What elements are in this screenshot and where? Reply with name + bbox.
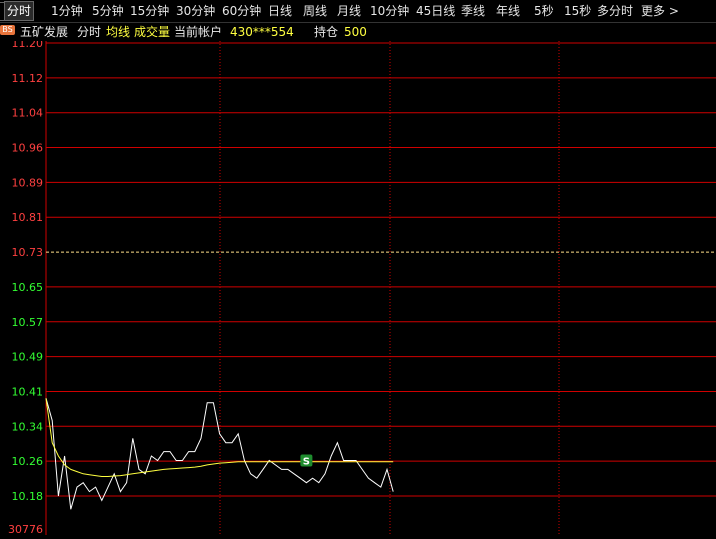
tab-14[interactable]: 15秒 [564, 2, 591, 20]
y-tick-label: 10.81 [12, 211, 44, 224]
y-tick-label: 11.04 [12, 107, 44, 120]
chart-mode-label: 分时 [77, 25, 102, 39]
tab-5[interactable]: 60分钟 [222, 2, 261, 20]
y-tick-label: 10.96 [12, 142, 44, 155]
tab-11[interactable]: 季线 [461, 2, 485, 20]
tab-1[interactable]: 1分钟 [51, 2, 83, 20]
intraday-chart[interactable]: 11.20 11.12 11.04 10.96 10.89 10.81 10.73 10.65… [0, 37, 716, 536]
account-id: 430***554 [230, 25, 294, 39]
tab-9[interactable]: 10分钟 [370, 2, 409, 20]
tab-6[interactable]: 日线 [268, 2, 292, 20]
y-tick-label: 10.41 [12, 385, 44, 398]
trade-marker-label: S [303, 456, 310, 467]
y-tick-label: 10.26 [12, 455, 44, 468]
tab-12[interactable]: 年线 [496, 2, 520, 20]
period-tab-bar: 分时 1分钟 5分钟 15分钟 30分钟 60分钟 日线 周线 月线 10分钟 45日线 季线 年线 5秒… [0, 0, 716, 23]
tab-4[interactable]: 30分钟 [176, 2, 215, 20]
y-tick-label: 11.20 [12, 41, 44, 50]
volume-axis-label: 30776 [8, 523, 43, 535]
tab-8[interactable]: 月线 [337, 2, 361, 20]
price-line [45, 398, 394, 510]
y-tick-label: 10.73 [12, 246, 44, 259]
y-tick-label: 10.34 [12, 420, 44, 433]
y-tick-label: 10.65 [12, 281, 44, 294]
y-tick-label: 10.57 [12, 316, 44, 329]
tab-3[interactable]: 15分钟 [130, 2, 169, 20]
avg-line-label[interactable]: 均线 [106, 23, 130, 41]
y-tick-label: 10.89 [12, 176, 44, 189]
y-tick-label: 11.12 [12, 72, 44, 85]
position-value: 500 [344, 25, 367, 39]
info-bar: 五矿发展 分时 均线 成交量 当前帐户 430***554 持仓 500 [0, 23, 716, 41]
tab-0[interactable]: 分时 [4, 1, 35, 21]
y-tick-label: 10.49 [12, 351, 44, 364]
stock-name: 五矿发展 [20, 25, 69, 39]
chart-svg: 11.20 11.12 11.04 10.96 10.89 10.81 10.73 10.65… [8, 37, 716, 536]
tab-7[interactable]: 周线 [303, 2, 327, 20]
tab-16[interactable]: 更多 > [641, 2, 679, 20]
volume-label[interactable]: 成交量 [134, 23, 170, 41]
tab-10[interactable]: 45日线 [416, 2, 455, 20]
account-label: 当前帐户 [174, 25, 223, 39]
tab-2[interactable]: 5分钟 [92, 2, 124, 20]
tab-13[interactable]: 5秒 [534, 2, 554, 20]
tab-15[interactable]: 多分时 [597, 2, 633, 20]
y-tick-label: 10.18 [12, 490, 44, 503]
position-label: 持仓 [314, 25, 339, 39]
